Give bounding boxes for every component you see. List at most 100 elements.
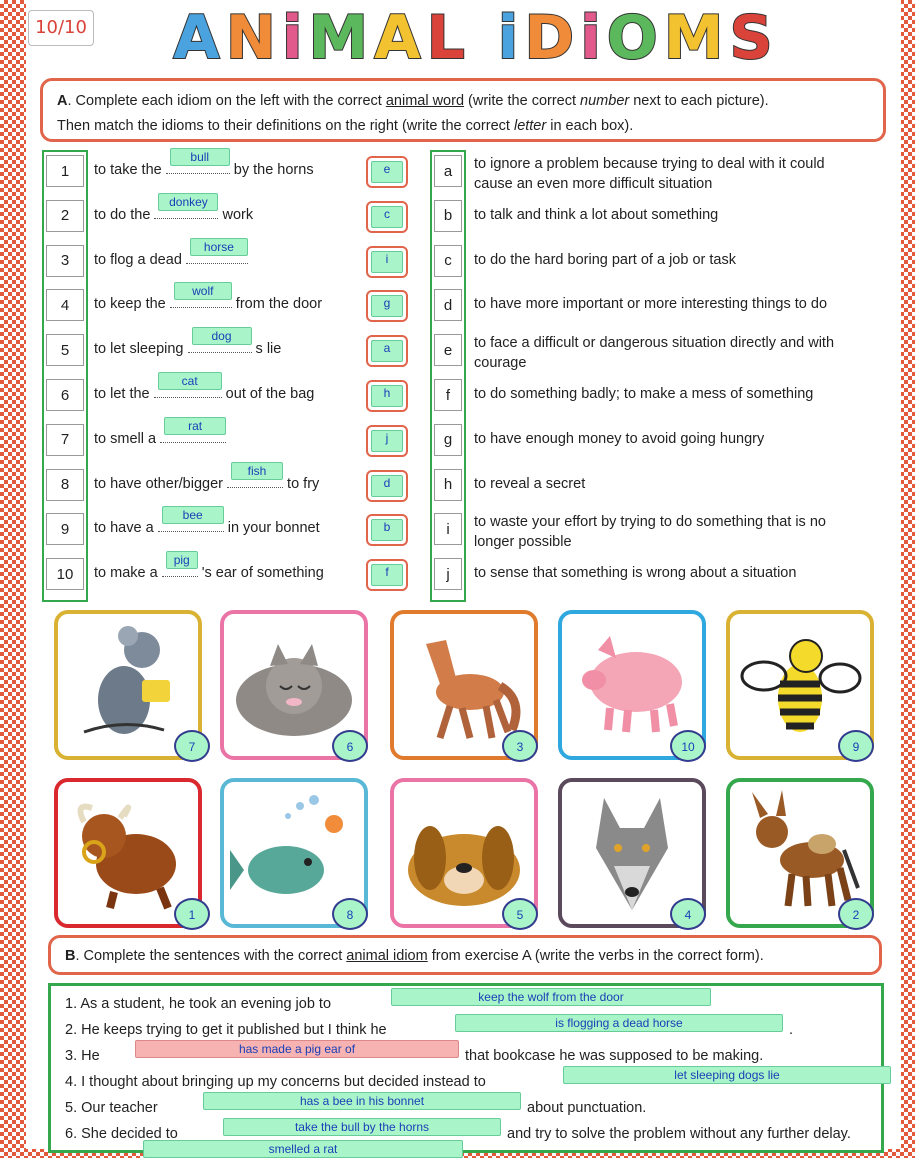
idiom-row: 7 to smell a rat j g to have enough money t… — [26, 416, 901, 459]
definition-text: to waste your effort by trying to do som… — [474, 512, 894, 552]
picture-answer-input[interactable]: 3 — [502, 730, 538, 762]
sentence-answer-input[interactable]: has made a pig ear of — [135, 1040, 459, 1058]
idiom-suffix: from the door — [231, 296, 323, 313]
idiom-row: 1 to take the bull by the horns e a to ignor… — [26, 148, 901, 192]
match-answer-input[interactable]: c — [371, 205, 403, 228]
section-b-letter: B — [65, 948, 76, 964]
definition-line: to talk and think a lot about something — [474, 206, 719, 223]
worksheet: 10/10 ANiMAL iDiOMS A. Complete each idi… — [26, 0, 901, 1158]
definition-letter: j — [434, 558, 462, 591]
idiom-prefix: to make a — [94, 565, 162, 582]
definition-text: to have enough money to avoid going hung… — [474, 429, 894, 449]
title-letter: M — [308, 2, 375, 74]
match-box: f — [366, 559, 408, 592]
picture-answer-input[interactable]: 10 — [670, 730, 706, 762]
match-answer-input[interactable]: a — [371, 340, 403, 363]
picture-card-horse: 3 — [390, 610, 538, 762]
picture-answer-input[interactable]: 6 — [332, 730, 368, 762]
idiom-suffix: in your bonnet — [223, 520, 320, 537]
sentence-answer-input[interactable]: let sleeping dogs lie — [563, 1066, 891, 1084]
title-letter — [471, 3, 498, 73]
idiom-blank: donkey — [154, 192, 219, 219]
match-answer-input[interactable]: i — [371, 250, 403, 273]
sentences-box: 1. As a student, he took an evening job … — [48, 983, 891, 1158]
idiom-answer-input[interactable]: pig — [165, 551, 198, 570]
sentence-prefix: 2. He keeps trying to get it published b… — [65, 1022, 387, 1038]
definition-line: to waste your effort by trying to do som… — [474, 514, 826, 531]
idiom-text: to keep the wolf from the door — [94, 282, 323, 314]
sentence-line: 4. I thought about bringing up my concer… — [65, 1066, 891, 1092]
idiom-row: 8 to have other/bigger fish to fry d h to re… — [26, 461, 901, 504]
definition-letter: a — [434, 155, 462, 187]
picture-answer-input[interactable]: 9 — [838, 730, 874, 762]
idiom-answer-input[interactable]: bull — [169, 148, 230, 166]
idiom-suffix: 's ear of something — [197, 565, 324, 582]
idiom-answer-input[interactable]: bee — [161, 506, 224, 525]
sentence-answer-input[interactable]: has a bee in his bonnet — [203, 1092, 521, 1110]
match-answer-input[interactable]: e — [371, 161, 403, 183]
match-answer-input[interactable]: g — [371, 295, 403, 318]
match-answer-input[interactable]: j — [371, 429, 403, 452]
sentence-answer-input[interactable]: take the bull by the horns — [223, 1118, 501, 1136]
match-answer-input[interactable]: f — [371, 564, 403, 587]
donkey-drawing — [752, 790, 860, 907]
sentence-line: 2. He keeps trying to get it published b… — [65, 1014, 871, 1040]
sentence-prefix: 4. I thought about bringing up my concer… — [65, 1074, 486, 1090]
idiom-suffix: s lie — [251, 341, 282, 358]
picture-card-pig: 10 — [558, 610, 706, 762]
idiom-answer-input[interactable]: fish — [231, 461, 284, 480]
sentence-answer-input[interactable]: keep the wolf from the door — [391, 988, 711, 1006]
picture-answer-input[interactable]: 1 — [174, 898, 210, 930]
idiom-answer-input[interactable]: rat — [164, 416, 227, 435]
picture-answer-input[interactable]: 8 — [332, 898, 368, 930]
idiom-row: 9 to have a bee in your bonnet b i to waste … — [26, 506, 901, 550]
idiom-answer-input[interactable]: horse — [189, 237, 248, 256]
picture-card-wolf: 4 — [558, 778, 706, 930]
idiom-prefix: to let the — [94, 386, 154, 402]
idiom-row: 4 to keep the wolf from the door g d to have… — [26, 282, 901, 324]
sentence-answer-input[interactable]: smelled a rat — [143, 1140, 463, 1158]
idiom-number: 1 — [46, 155, 84, 187]
picture-answer-input[interactable]: 4 — [670, 898, 706, 930]
idiom-blank: dog — [187, 327, 252, 354]
idiom-suffix: work — [218, 206, 254, 223]
bee-drawing — [740, 639, 862, 732]
idiom-blank: cat — [153, 372, 222, 398]
idiom-row: 3 to flog a dead horse i c to do the hard b… — [26, 237, 901, 280]
idiom-answer-input[interactable]: cat — [157, 372, 222, 390]
match-answer-input[interactable]: h — [371, 385, 403, 407]
idiom-prefix: to have other/bigger — [94, 475, 228, 492]
idiom-answer-input[interactable]: donkey — [158, 192, 219, 211]
idiom-answer-input[interactable]: dog — [191, 327, 252, 346]
idiom-row: 5 to let sleeping dog s lie a e to face a di… — [26, 327, 901, 371]
sentence-line: 1. As a student, he took an evening job … — [65, 988, 871, 1014]
sentence-answer-input[interactable]: is flogging a dead horse — [455, 1014, 783, 1032]
idiom-text: to smell a rat — [94, 416, 227, 449]
section-b-instructions: B. Complete the sentences with the corre… — [48, 935, 882, 975]
picture-answer-input[interactable]: 7 — [174, 730, 210, 762]
match-box: e — [366, 156, 408, 188]
sentence-suffix: that bookcase he was supposed to be maki… — [465, 1048, 764, 1064]
definition-letter: f — [434, 379, 462, 411]
idiom-prefix: to have a — [94, 520, 158, 537]
idiom-prefix: to take the — [94, 162, 166, 178]
fish-drawing — [230, 795, 343, 894]
definition-text: to face a difficult or dangerous situati… — [474, 333, 894, 373]
definition-letter: d — [434, 289, 462, 322]
picture-answer-input[interactable]: 5 — [502, 898, 538, 930]
section-a-letter: A — [57, 93, 68, 109]
definition-text: to have more important or more interesti… — [474, 294, 894, 314]
idiom-blank: wolf — [169, 282, 232, 309]
idiom-blank: rat — [160, 416, 227, 443]
cat-drawing — [236, 644, 352, 736]
title-text: ANiMAL iDiOMS — [172, 2, 778, 74]
match-box: j — [366, 424, 408, 457]
picture-answer-input[interactable]: 2 — [838, 898, 874, 930]
match-answer-input[interactable]: d — [371, 474, 403, 497]
match-answer-input[interactable]: b — [371, 519, 403, 542]
sentence-suffix: . — [789, 1022, 794, 1038]
idiom-answer-input[interactable]: wolf — [173, 282, 232, 301]
title-letter: A — [373, 2, 427, 74]
definition-text: to sense that something is wrong about a… — [474, 563, 894, 583]
idiom-text: to let the cat out of the bag — [94, 372, 314, 404]
